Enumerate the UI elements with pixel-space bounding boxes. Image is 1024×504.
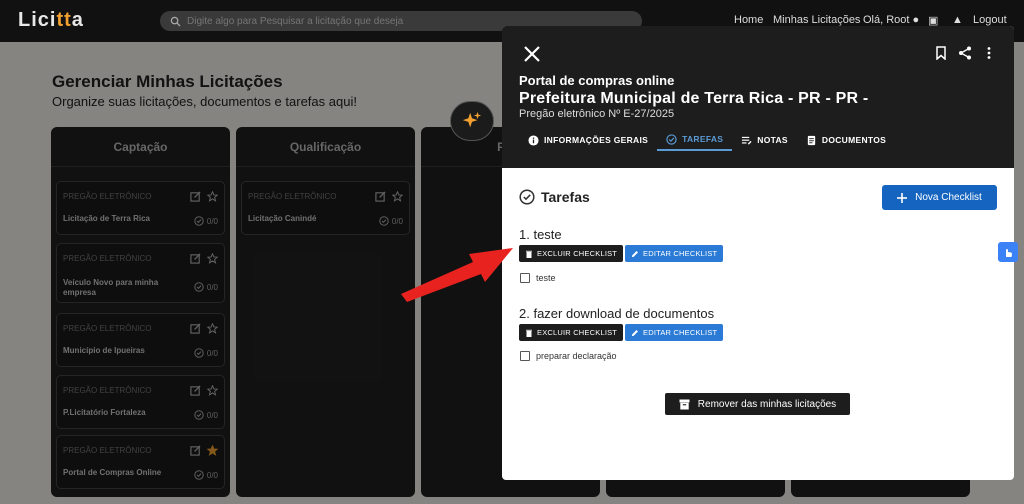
button-label: Remover das minhas licitações xyxy=(697,398,837,410)
licitacao-modal: Portal de compras online Prefeitura Muni… xyxy=(502,26,1014,480)
check-circle-icon xyxy=(666,133,677,145)
pencil-icon xyxy=(632,329,638,336)
nav-logout[interactable]: Logout xyxy=(973,14,1007,26)
tab-documentos[interactable]: DOCUMENTOS xyxy=(797,129,895,151)
search-icon xyxy=(170,16,181,27)
task-item[interactable]: teste xyxy=(520,273,556,283)
button-label: Nova Checklist xyxy=(915,192,982,203)
sparkle-icon xyxy=(462,111,482,128)
plus-icon xyxy=(897,192,908,203)
pregao-number: Pregão eletrônico Nº E-27/2025 xyxy=(519,108,675,120)
prefeitura-title: Prefeitura Municipal de Terra Rica - PR … xyxy=(519,90,869,107)
nova-checklist-button[interactable]: Nova Checklist xyxy=(882,185,997,210)
share-icon[interactable] xyxy=(958,46,972,60)
tab-label: NOTAS xyxy=(757,135,788,145)
notes-icon xyxy=(742,136,752,145)
button-label: EDITAR CHECKLIST xyxy=(643,328,718,337)
annotation-arrow xyxy=(401,248,513,302)
editar-checklist-button[interactable]: EDITAR CHECKLIST xyxy=(625,245,724,262)
tab-label: DOCUMENTOS xyxy=(821,135,887,145)
nav-minhas-licitacoes[interactable]: Minhas Licitações xyxy=(773,14,860,26)
bookmark-icon[interactable] xyxy=(934,46,948,60)
portal-name: Portal de compras online xyxy=(519,73,675,88)
nav-user[interactable]: Olá, Root ● xyxy=(863,14,919,26)
modal-tabs: INFORMAÇÕES GERAIS TAREFAS NOTAS DOCUMEN… xyxy=(519,129,895,151)
trash-icon xyxy=(526,329,532,337)
archive-icon xyxy=(679,399,690,409)
excluir-checklist-button[interactable]: EXCLUIR CHECKLIST xyxy=(519,245,624,262)
modal-header: Portal de compras online Prefeitura Muni… xyxy=(502,26,1014,168)
tarefas-header: Tarefas xyxy=(519,189,590,205)
section-title: Tarefas xyxy=(541,189,590,205)
button-label: EXCLUIR CHECKLIST xyxy=(537,249,618,258)
more-vert-icon[interactable] xyxy=(982,46,996,60)
nav-home[interactable]: Home xyxy=(734,14,763,26)
accessibility-button[interactable] xyxy=(998,242,1018,262)
checklist-title: 2. fazer download de documentos xyxy=(519,306,715,321)
checklist-title: 1. teste xyxy=(519,227,562,242)
pencil-icon xyxy=(632,250,638,257)
user-greeting: Olá, Root xyxy=(863,14,910,26)
search-input[interactable] xyxy=(187,15,627,27)
task-label: teste xyxy=(536,273,556,283)
button-label: EDITAR CHECKLIST xyxy=(643,249,718,258)
editar-checklist-button[interactable]: EDITAR CHECKLIST xyxy=(625,324,724,341)
tab-notas[interactable]: NOTAS xyxy=(732,129,797,151)
close-icon[interactable] xyxy=(522,44,542,64)
trash-icon xyxy=(526,250,532,258)
remover-licitacao-button[interactable]: Remover das minhas licitações xyxy=(665,393,850,415)
tab-label: INFORMAÇÕES GERAIS xyxy=(544,135,649,145)
bell-icon[interactable]: ▲ xyxy=(952,14,963,26)
task-label: preparar declaração xyxy=(536,351,617,361)
check-circle-icon xyxy=(519,189,535,205)
user-icon: ● xyxy=(912,14,920,26)
button-label: EXCLUIR CHECKLIST xyxy=(537,328,618,337)
task-item[interactable]: preparar declaração xyxy=(520,351,617,361)
task-checkbox[interactable] xyxy=(520,351,530,361)
tab-informacoes-gerais[interactable]: INFORMAÇÕES GERAIS xyxy=(519,129,657,151)
tab-tarefas[interactable]: TAREFAS xyxy=(657,129,733,151)
app-logo[interactable]: Licitta xyxy=(18,9,84,32)
tab-label: TAREFAS xyxy=(682,134,724,144)
document-icon xyxy=(807,135,816,145)
info-icon xyxy=(528,134,539,146)
modal-body: Tarefas Nova Checklist 1. teste EXCLUIR … xyxy=(502,168,1014,480)
task-checkbox[interactable] xyxy=(520,273,530,283)
hand-pointer-icon xyxy=(1006,249,1012,257)
excluir-checklist-button[interactable]: EXCLUIR CHECKLIST xyxy=(519,324,624,341)
ai-sparkle-button[interactable] xyxy=(450,101,494,141)
